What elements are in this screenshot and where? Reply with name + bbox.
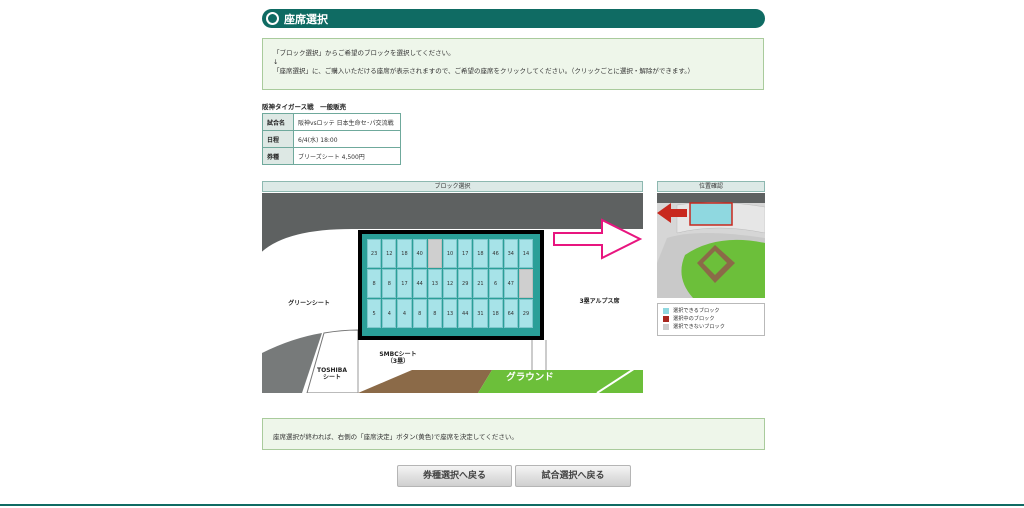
block-cell[interactable]: 17 (397, 269, 412, 298)
block-cell[interactable]: 23 (367, 239, 382, 268)
event-info-table: 試合名 阪神vsロッテ 日本生命セ･パ交流戦 日程 6/4(水) 18:00 券… (262, 113, 401, 165)
block-cell[interactable]: 17 (458, 239, 473, 268)
instruction-line-2: 「座席選択」に、ご購入いただける座席が表示されますので、ご希望の座席をクリックし… (273, 67, 695, 75)
block-selection-area: 23 12 18 40 10 17 18 46 34 14 8 8 17 44 13 12 29 21 6 47 5 4 4… (358, 230, 544, 340)
block-cell[interactable]: 8 (427, 299, 442, 328)
table-row: 券種 ブリーズシート 4,500円 (262, 147, 401, 165)
instruction-arrow: ↓ (273, 58, 279, 66)
back-to-match-button[interactable]: 試合選択へ戻る (515, 465, 631, 487)
smbc-label-line1: SMBCシート (379, 351, 417, 358)
event-name: 阪神タイガース戦 一般販売 (262, 103, 347, 111)
block-cell[interactable]: 18 (397, 239, 412, 268)
table-row: 試合名 阪神vsロッテ 日本生命セ･パ交流戦 (262, 113, 401, 131)
block-unavailable (427, 239, 442, 268)
row-label: 券種 (262, 147, 294, 165)
row-label: 日程 (262, 130, 294, 148)
block-cell[interactable]: 47 (503, 269, 518, 298)
legend-label: 選択中のブロック (673, 316, 715, 322)
row-value: ブリーズシート 4,500円 (293, 147, 401, 165)
block-cell[interactable]: 44 (458, 299, 473, 328)
legend-item: 選択できないブロック (663, 323, 759, 331)
row-value: 阪神vsロッテ 日本生命セ･パ交流戦 (293, 113, 401, 131)
block-unavailable (518, 269, 534, 298)
block-cell[interactable]: 10 (442, 239, 458, 268)
alps-3b-label: 3塁アルプス席 (579, 298, 620, 305)
legend-item: 選択できるブロック (663, 307, 759, 315)
block-cell[interactable]: 6 (488, 269, 503, 298)
block-cell[interactable]: 34 (503, 239, 518, 268)
legend: 選択できるブロック 選択中のブロック 選択できないブロック (657, 303, 765, 336)
legend-item: 選択中のブロック (663, 315, 759, 323)
block-cell[interactable]: 29 (518, 299, 534, 328)
block-cell[interactable]: 44 (412, 269, 427, 298)
page-title: 座席選択 (284, 12, 328, 26)
block-cell[interactable]: 29 (458, 269, 473, 298)
block-cell[interactable]: 21 (473, 269, 488, 298)
block-cell[interactable]: 64 (503, 299, 518, 328)
block-cell[interactable]: 18 (473, 239, 488, 268)
green-seat-label: グリーンシート (288, 300, 330, 307)
block-panel-header: ブロック選択 (262, 181, 643, 192)
row-label: 試合名 (262, 113, 294, 131)
block-cell[interactable]: 4 (397, 299, 412, 328)
legend-label: 選択できないブロック (673, 324, 725, 330)
toshiba-seat-label: TOSHIBA シート (312, 367, 352, 381)
instruction-line-1: 「ブロック選択」からご希望のブロックを選択してください。 (273, 49, 455, 57)
toshiba-label-line1: TOSHIBA (317, 367, 347, 374)
block-cell[interactable]: 8 (367, 269, 382, 298)
block-cell[interactable]: 31 (473, 299, 488, 328)
block-cell[interactable]: 8 (382, 269, 397, 298)
block-grid: 23 12 18 40 10 17 18 46 34 14 8 8 17 44 13 12 29 21 6 47 5 4 4… (367, 239, 536, 328)
table-row: 日程 6/4(水) 18:00 (262, 130, 401, 148)
block-cell[interactable]: 46 (488, 239, 503, 268)
block-cell[interactable]: 40 (412, 239, 427, 268)
block-cell[interactable]: 4 (382, 299, 397, 328)
block-cell[interactable]: 18 (488, 299, 503, 328)
smbc-label-line2: （3塁） (386, 358, 410, 365)
block-cell[interactable]: 13 (442, 299, 458, 328)
block-cell[interactable]: 5 (367, 299, 382, 328)
block-cell[interactable]: 14 (518, 239, 534, 268)
block-cell[interactable]: 12 (382, 239, 397, 268)
page-title-bar: 座席選択 (262, 9, 765, 28)
position-panel-header: 位置確認 (657, 181, 765, 192)
back-to-ticket-type-button[interactable]: 券種選択へ戻る (397, 465, 512, 487)
position-map-graphic (657, 193, 765, 298)
circle-icon (266, 12, 279, 25)
block-cell[interactable]: 8 (412, 299, 427, 328)
legend-label: 選択できるブロック (673, 308, 720, 314)
footer-line (0, 504, 1024, 506)
block-cell[interactable]: 12 (442, 269, 458, 298)
position-map (657, 193, 765, 298)
legend-swatch-available (663, 308, 669, 314)
notice-box: 座席選択が終われば、右側の「座席決定」ボタン(黄色)で座席を決定してください。 (262, 418, 765, 450)
legend-swatch-unavailable (663, 324, 669, 330)
ground-label: グラウンド (506, 372, 554, 383)
block-section: 23 12 18 40 10 17 18 46 34 14 8 8 17 44 13 12 29 21 6 47 5 4 4… (362, 234, 540, 336)
block-cell[interactable]: 13 (427, 269, 442, 298)
legend-swatch-selected (663, 316, 669, 322)
instructions-box: 「ブロック選択」からご希望のブロックを選択してください。 ↓ 「座席選択」に、ご… (262, 38, 764, 90)
smbc-seat-label: SMBCシート （3塁） (370, 351, 426, 365)
toshiba-label-line2: シート (322, 374, 341, 381)
row-value: 6/4(水) 18:00 (293, 130, 401, 148)
